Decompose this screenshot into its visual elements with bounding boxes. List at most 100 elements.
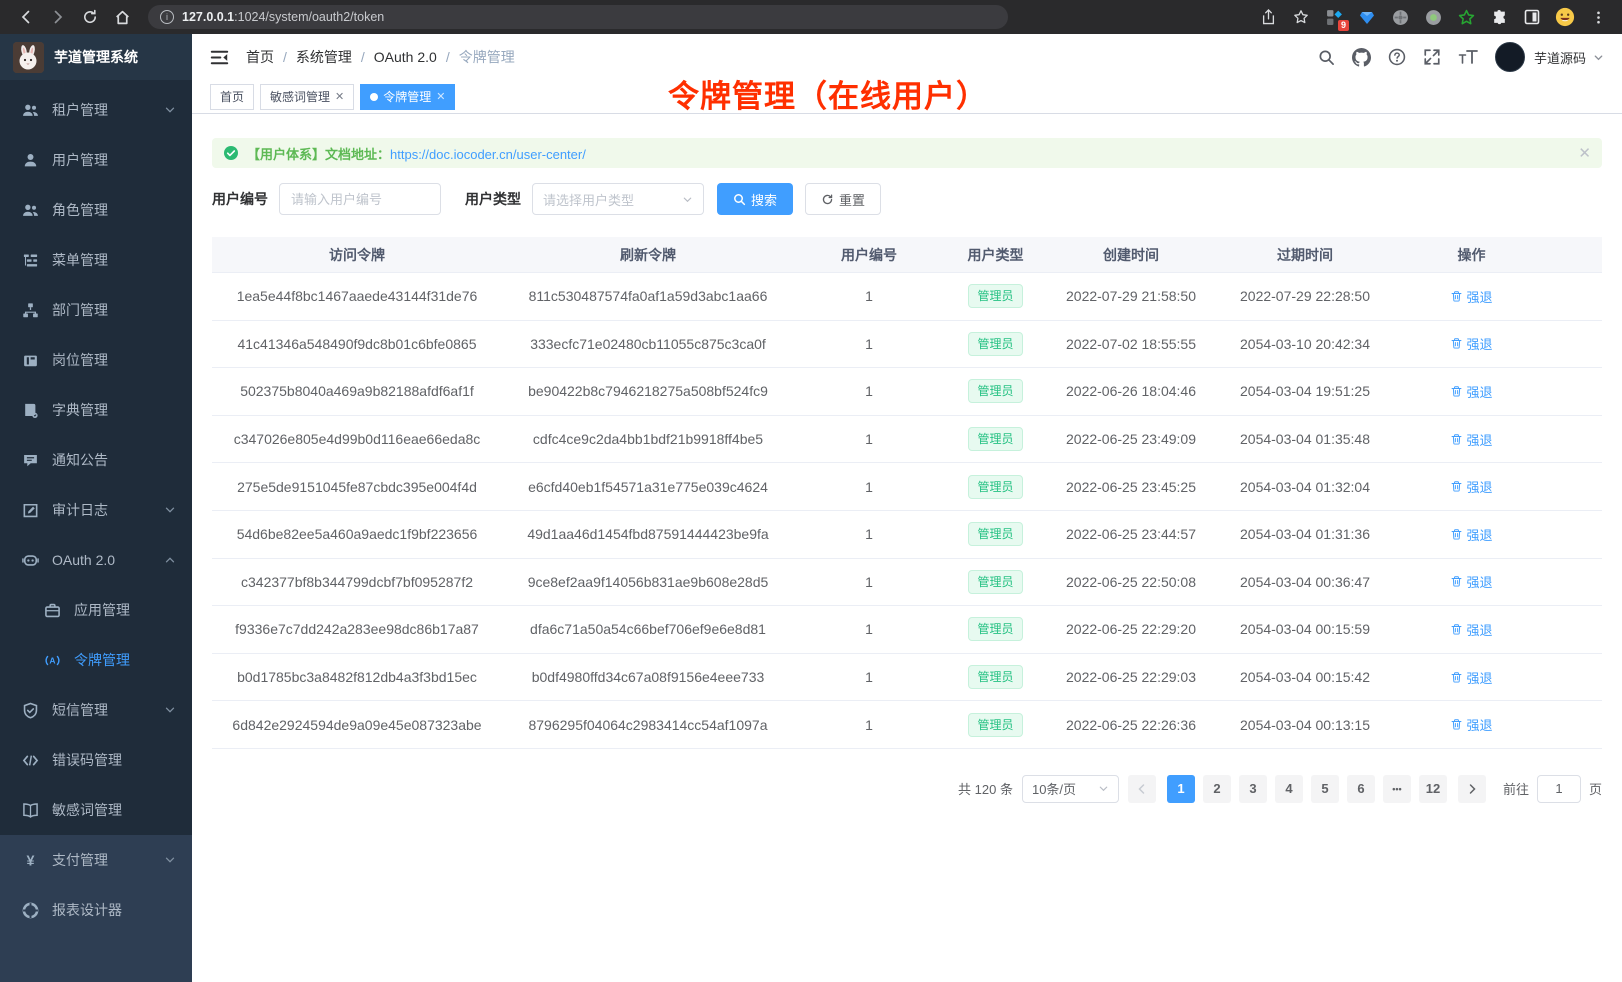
tab-令牌管理[interactable]: 令牌管理✕ <box>360 84 455 110</box>
help-icon[interactable] <box>1388 48 1406 66</box>
browser-forward-icon[interactable] <box>45 4 71 30</box>
next-page-button[interactable] <box>1458 775 1486 803</box>
alert-text: 【用户体系】文档地址：https://doc.iocoder.cn/user-c… <box>247 144 586 163</box>
browser-menu-icon[interactable] <box>1588 7 1608 27</box>
sidebar-collapse-icon[interactable] <box>208 46 230 68</box>
column-header: 创建时间 <box>1047 245 1215 265</box>
page-button-12[interactable]: 12 <box>1419 775 1447 803</box>
puzzle-extension-icon[interactable] <box>1489 7 1509 27</box>
breadcrumb-item[interactable]: OAuth 2.0 <box>374 49 437 65</box>
created-time-cell: 2022-06-25 23:44:57 <box>1047 526 1215 542</box>
tab-敏感词管理[interactable]: 敏感词管理✕ <box>260 84 354 110</box>
expire-time-cell: 2054-03-04 00:15:42 <box>1215 669 1395 685</box>
sidebar-item-application-management[interactable]: 应用管理 <box>0 585 192 635</box>
url-bar[interactable]: i 127.0.0.1:1024/system/oauth2/token <box>148 5 1008 29</box>
extension-grid-icon[interactable]: 9 <box>1324 7 1344 27</box>
force-logout-button[interactable]: 强退 <box>1450 477 1492 496</box>
sidebar-item-tenant-management[interactable]: 租户管理 <box>0 85 192 135</box>
share-icon[interactable] <box>1258 7 1278 27</box>
page-button-4[interactable]: 4 <box>1275 775 1303 803</box>
reset-button[interactable]: 重置 <box>805 183 881 215</box>
sidebar-item-label: 敏感词管理 <box>52 800 122 820</box>
column-header: 用户编号 <box>794 245 944 265</box>
force-logout-button[interactable]: 强退 <box>1450 572 1492 591</box>
gem-extension-icon[interactable] <box>1357 7 1377 27</box>
page-button-6[interactable]: 6 <box>1347 775 1375 803</box>
site-info-icon[interactable]: i <box>160 10 174 24</box>
breadcrumb-item[interactable]: 系统管理 <box>296 47 352 67</box>
breadcrumb-separator: / <box>283 49 287 65</box>
sidebar-item-dict-management[interactable]: 字典管理 <box>0 385 192 435</box>
browser-home-icon[interactable] <box>109 4 135 30</box>
goto-page-input[interactable] <box>1537 775 1581 803</box>
column-header: 用户类型 <box>944 245 1047 265</box>
sidebar-item-token-management[interactable]: A令牌管理 <box>0 635 192 685</box>
tab-首页[interactable]: 首页 <box>210 84 254 110</box>
force-logout-button[interactable]: 强退 <box>1450 430 1492 449</box>
user-type-cell: 管理员 <box>944 617 1047 641</box>
wheel-extension-icon[interactable] <box>1390 7 1410 27</box>
chevron-down-icon <box>164 504 176 516</box>
sidebar-item-error-code-management[interactable]: 错误码管理 <box>0 735 192 785</box>
force-logout-button[interactable]: 强退 <box>1450 382 1492 401</box>
profile-avatar-icon[interactable] <box>1555 7 1575 27</box>
refresh-token-cell: 8796295f04064c2983414cc54af1097a <box>502 717 794 733</box>
column-header: 操作 <box>1395 245 1548 265</box>
recorder-extension-icon[interactable] <box>1423 7 1443 27</box>
font-size-icon[interactable] <box>1458 48 1478 66</box>
sidebar-item-oauth2[interactable]: OAuth 2.0 <box>0 535 192 585</box>
user-name[interactable]: 芋道源码 <box>1534 48 1586 67</box>
action-cell: 强退 <box>1395 572 1548 591</box>
page-button-3[interactable]: 3 <box>1239 775 1267 803</box>
sidebar-item-report-designer[interactable]: 报表设计器 <box>0 885 192 935</box>
force-logout-button[interactable]: 强退 <box>1450 334 1492 353</box>
breadcrumb-item[interactable]: 首页 <box>246 47 274 67</box>
force-logout-button[interactable]: 强退 <box>1450 668 1492 687</box>
page-button-2[interactable]: 2 <box>1203 775 1231 803</box>
sidebar-item-menu-management[interactable]: 菜单管理 <box>0 235 192 285</box>
tab-close-icon[interactable]: ✕ <box>436 90 445 103</box>
fullscreen-icon[interactable] <box>1423 48 1441 66</box>
action-cell: 强退 <box>1395 620 1548 639</box>
search-button[interactable]: 搜索 <box>717 183 793 215</box>
browser-back-icon[interactable] <box>13 4 39 30</box>
sidebar-item-user-management[interactable]: 用户管理 <box>0 135 192 185</box>
sidebar-item-audit-log[interactable]: 审计日志 <box>0 485 192 535</box>
alert-close-icon[interactable]: ✕ <box>1578 144 1591 162</box>
force-logout-button[interactable]: 强退 <box>1450 715 1492 734</box>
page-size-select[interactable]: 10条/页 <box>1022 775 1119 803</box>
sidebar-item-payment-management[interactable]: ¥支付管理 <box>0 835 192 885</box>
user-menu-caret-icon[interactable] <box>1593 52 1604 63</box>
sidebar-item-sms-management[interactable]: 短信管理 <box>0 685 192 735</box>
user-id-input[interactable] <box>279 183 441 215</box>
sidebar-item-sensitive-words-management[interactable]: 敏感词管理 <box>0 785 192 835</box>
page-button-1[interactable]: 1 <box>1167 775 1195 803</box>
page-button-5[interactable]: 5 <box>1311 775 1339 803</box>
sidebar-item-post-management[interactable]: 岗位管理 <box>0 335 192 385</box>
column-header: 访问令牌 <box>212 245 502 265</box>
access-token-cell: c347026e805e4d99b0d116eae66eda8c <box>212 431 502 447</box>
sidebar-item-dept-management[interactable]: 部门管理 <box>0 285 192 335</box>
star-extension-icon[interactable] <box>1456 7 1476 27</box>
sidebar-item-role-management[interactable]: 角色管理 <box>0 185 192 235</box>
alert-doc-link[interactable]: https://doc.iocoder.cn/user-center/ <box>390 147 586 162</box>
user-type-cell: 管理员 <box>944 284 1047 308</box>
sidebar-item-notice-announcement[interactable]: 通知公告 <box>0 435 192 485</box>
user-type-select[interactable]: 请选择用户类型 <box>532 183 704 215</box>
user-avatar[interactable] <box>1495 42 1525 72</box>
sidebar-item-label: 支付管理 <box>52 850 108 870</box>
bookmark-star-icon[interactable] <box>1291 7 1311 27</box>
search-icon[interactable] <box>1318 49 1335 66</box>
browser-reload-icon[interactable] <box>77 4 103 30</box>
force-logout-button[interactable]: 强退 <box>1450 620 1492 639</box>
force-logout-button[interactable]: 强退 <box>1450 287 1492 306</box>
page-ellipsis-button[interactable]: ••• <box>1383 775 1411 803</box>
tab-close-icon[interactable]: ✕ <box>335 90 344 103</box>
github-icon[interactable] <box>1352 48 1371 67</box>
user-type-badge: 管理员 <box>968 713 1022 737</box>
force-logout-button[interactable]: 强退 <box>1450 525 1492 544</box>
app-logo-area[interactable]: 芋道管理系统 <box>0 34 192 80</box>
prev-page-button[interactable] <box>1128 775 1156 803</box>
split-screen-extension-icon[interactable] <box>1522 7 1542 27</box>
user-type-cell: 管理员 <box>944 665 1047 689</box>
